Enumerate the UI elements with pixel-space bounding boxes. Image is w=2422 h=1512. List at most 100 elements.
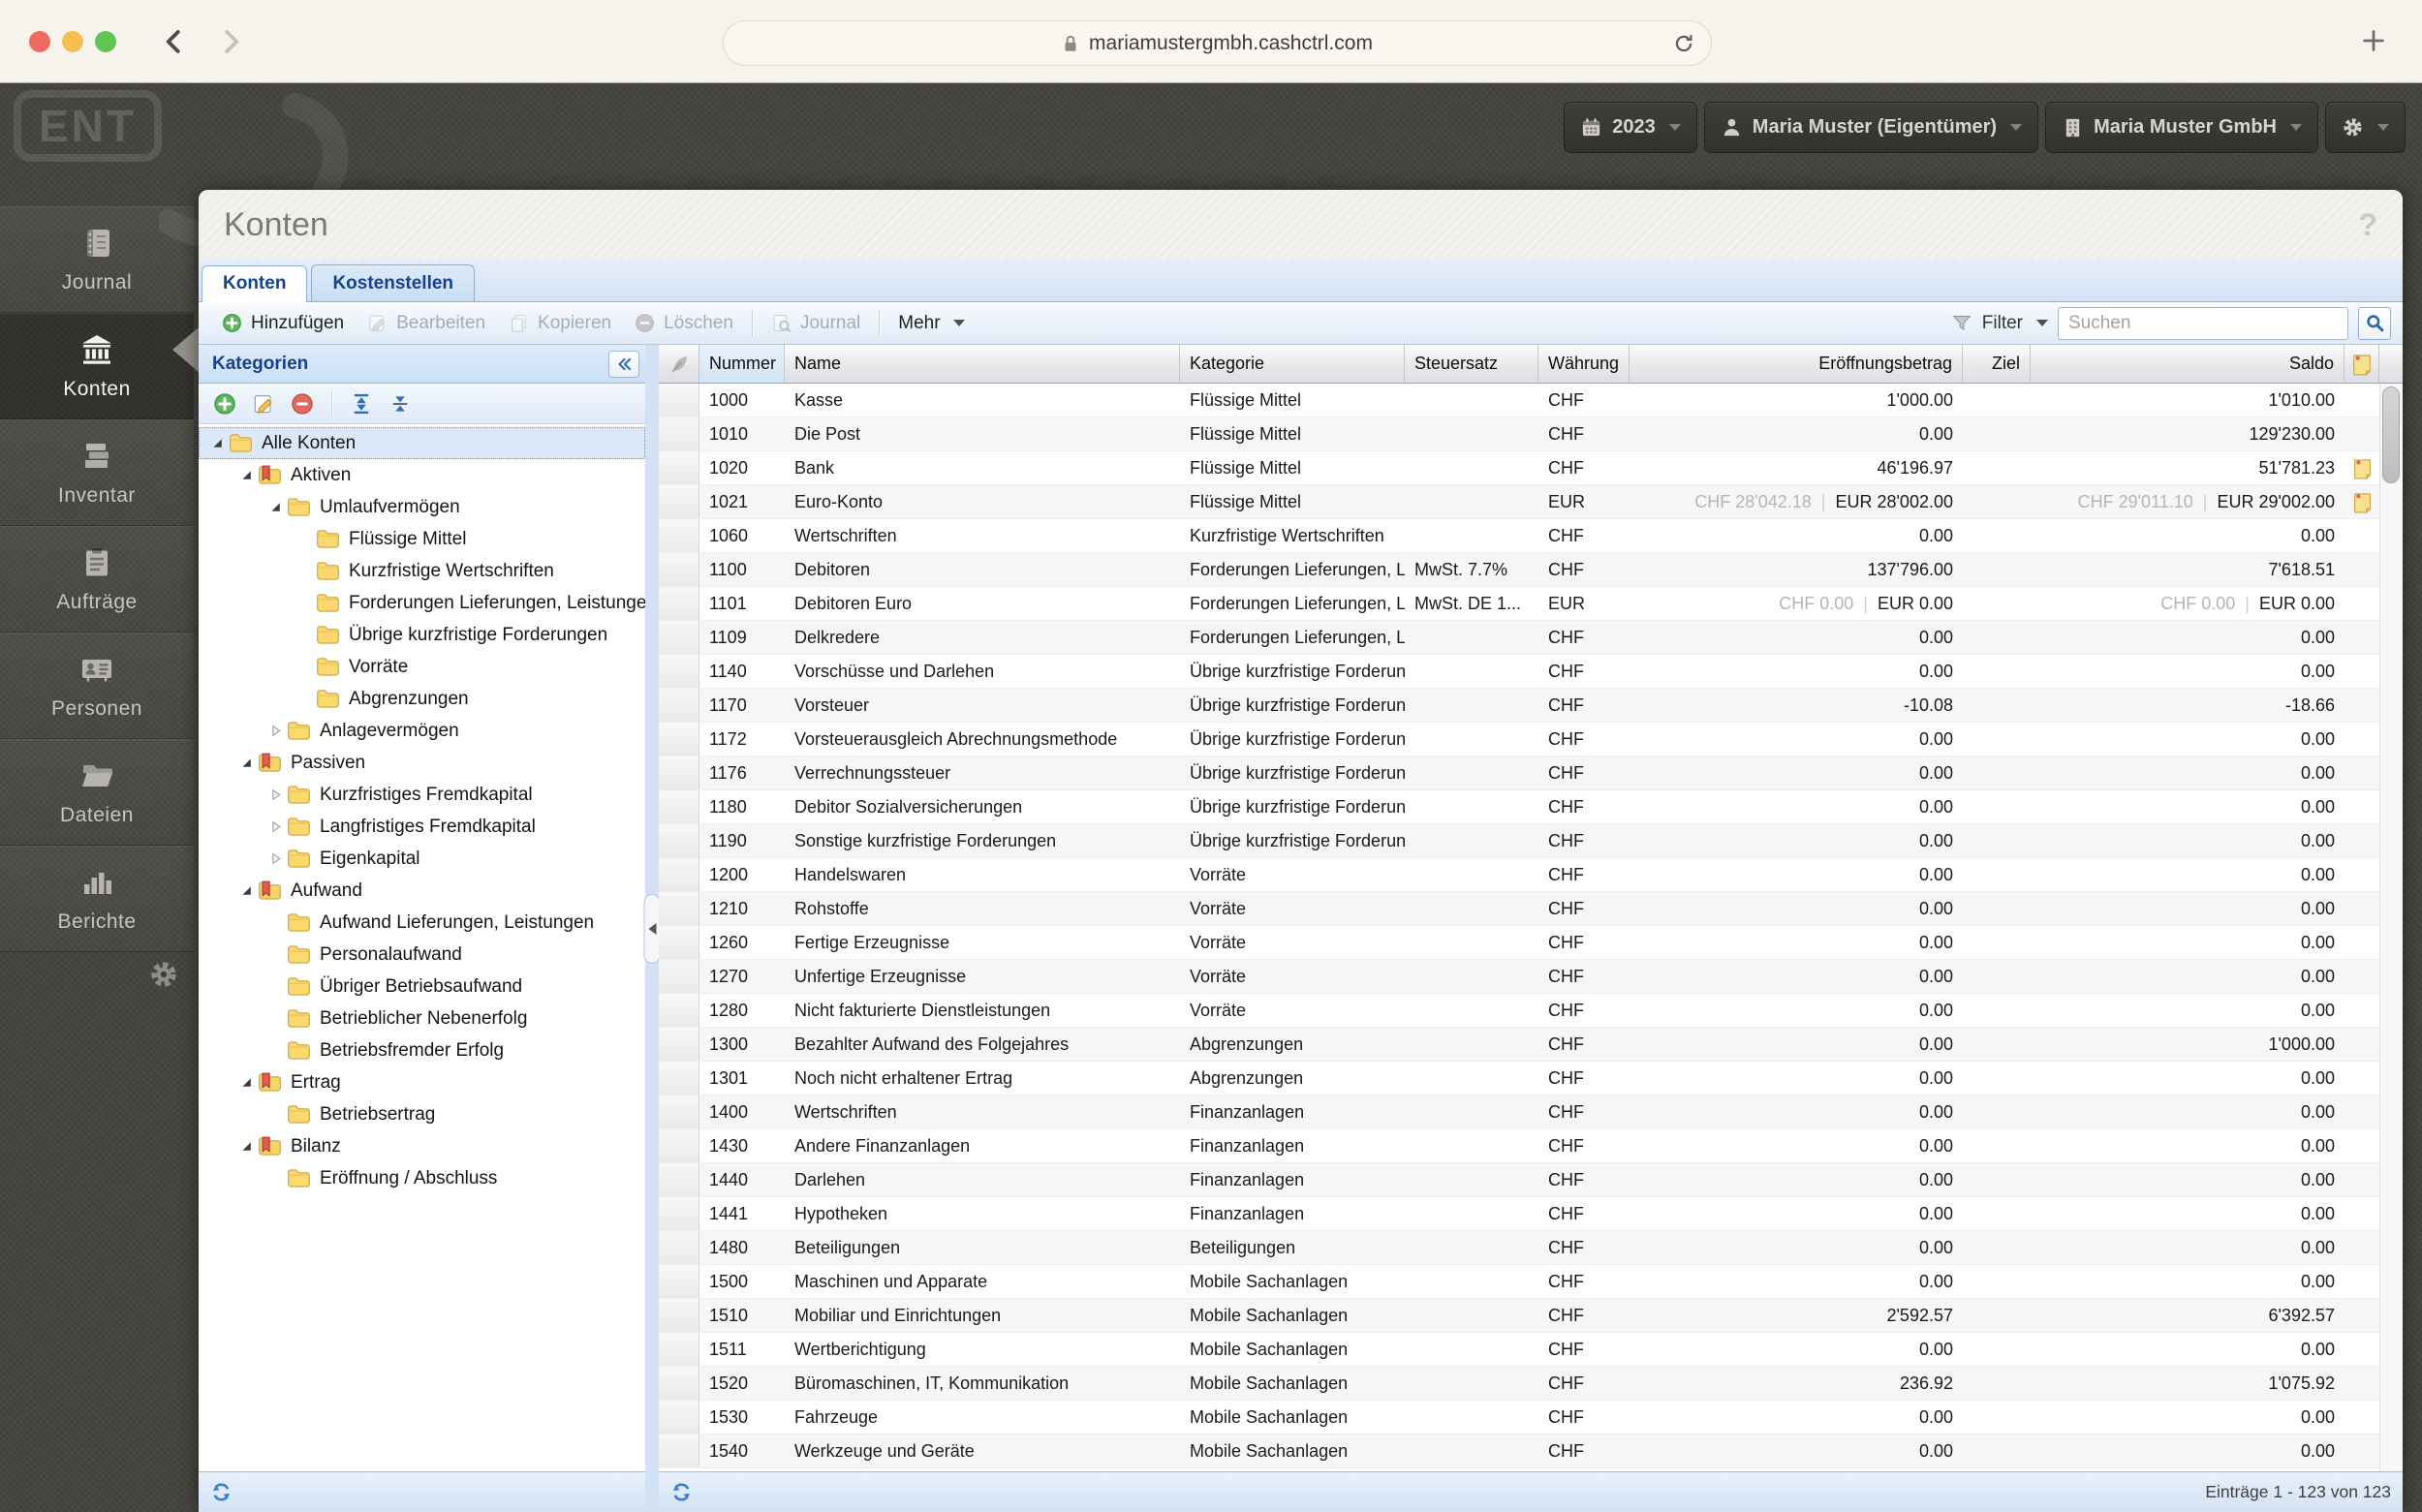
close-button[interactable] [29,31,50,52]
tree-node[interactable]: Langfristiges Fremdkapital [199,811,645,843]
sidebar-item-inventar[interactable]: Inventar [0,419,194,526]
collapse-panel-button[interactable] [608,350,639,378]
tree-tool-collapse-all[interactable] [384,388,417,419]
tree-node[interactable]: Aufwand Lieferungen, Leistungen [199,907,645,939]
tree-node[interactable]: Kurzfristige Wertschriften [199,555,645,587]
column-header-rowicon[interactable] [659,345,699,384]
tree-expander-open[interactable] [206,434,229,453]
column-header-notiz[interactable] [2344,345,2379,384]
sidebar-item-personen[interactable]: Personen [0,633,194,739]
tree-tool-add[interactable] [208,388,241,419]
table-row[interactable]: 1520 Büromaschinen, IT, Kommunikation Mobi… [659,1367,2379,1401]
tree-node[interactable]: Bilanz [199,1130,645,1162]
panel-splitter[interactable] [643,345,661,1512]
tree-node[interactable]: Betriebsertrag [199,1098,645,1130]
sidebar-gear-icon[interactable] [148,959,179,990]
tree-node[interactable]: Vorräte [199,651,645,683]
scrollbar-thumb[interactable] [2382,386,2400,483]
tree-node[interactable]: Übrige kurzfristige Forderungen [199,619,645,651]
note-icon[interactable] [2351,456,2374,480]
table-row[interactable]: 1176 Verrechnungssteuer Übrige kurzfristig… [659,756,2379,790]
tree-node[interactable]: Passiven [199,747,645,779]
help-icon[interactable]: ? [2358,207,2377,243]
tree-expander-closed[interactable] [264,786,287,805]
toolbar-button-delete[interactable]: Löschen [623,308,745,339]
table-row[interactable]: 1060 Wertschriften Kurzfristige Wertschrif… [659,519,2379,553]
table-row[interactable]: 1300 Bezahlter Aufwand des Folgejahres Abg… [659,1028,2379,1062]
table-row[interactable]: 1441 Hypotheken Finanzanlagen CHF 0.00 0.00 [659,1197,2379,1231]
refresh-icon[interactable] [210,1481,233,1503]
new-tab-icon[interactable] [2360,27,2387,54]
user-menu[interactable]: Maria Muster (Eigentümer) [1703,102,2039,153]
maximize-button[interactable] [95,31,116,52]
tree-node[interactable]: Umlaufvermögen [199,491,645,523]
tree-tool-edit[interactable] [247,388,280,419]
tree-expander-closed[interactable] [264,722,287,741]
tree-expander-closed[interactable] [264,818,287,837]
table-row[interactable]: 1260 Fertige Erzeugnisse Vorräte CHF 0.00 0.0… [659,926,2379,960]
tree-node[interactable]: Eigenkapital [199,843,645,875]
tree-node[interactable]: Eröffnung / Abschluss [199,1162,645,1194]
splitter-handle[interactable] [643,893,661,964]
tree-expander-open[interactable] [264,498,287,517]
table-row[interactable]: 1100 Debitoren Forderungen Lieferungen, Le… [659,553,2379,587]
table-row[interactable]: 1200 Handelswaren Vorräte CHF 0.00 0.00 [659,858,2379,892]
sidebar-item-konten[interactable]: Konten [0,313,194,419]
toolbar-button-journal[interactable]: Journal [760,308,872,339]
back-icon[interactable] [160,27,189,56]
tree-node[interactable]: Betrieblicher Nebenerfolg [199,1003,645,1034]
toolbar-button-more[interactable]: Mehr [886,308,976,339]
tree-node[interactable]: Übriger Betriebsaufwand [199,971,645,1003]
tree-node[interactable]: Personalaufwand [199,939,645,971]
table-row[interactable]: 1109 Delkredere Forderungen Lieferungen, L… [659,621,2379,655]
table-row[interactable]: 1210 Rohstoffe Vorräte CHF 0.00 0.00 [659,892,2379,926]
table-row[interactable]: 1021 Euro-Konto Flüssige Mittel EUR CHF 28'0… [659,485,2379,519]
tree-node[interactable]: Kurzfristiges Fremdkapital [199,779,645,811]
tree-node[interactable]: Ertrag [199,1066,645,1098]
table-row[interactable]: 1010 Die Post Flüssige Mittel CHF 0.00 129'23… [659,417,2379,451]
search-button[interactable] [2358,306,2391,340]
tree-node[interactable]: Aufwand [199,875,645,907]
column-header-name[interactable]: Name [785,345,1180,384]
table-row[interactable]: 1190 Sonstige kurzfristige Forderungen Übr… [659,824,2379,858]
tree-node[interactable]: Anlagevermögen [199,715,645,747]
table-row[interactable]: 1510 Mobiliar und Einrichtungen Mobile Sac… [659,1299,2379,1333]
column-header-kategorie[interactable]: Kategorie [1180,345,1405,384]
table-row[interactable]: 1270 Unfertige Erzeugnisse Vorräte CHF 0.00 0… [659,960,2379,994]
tab-kostenstellen[interactable]: Kostenstellen [311,264,476,301]
tree-expander-open[interactable] [235,1137,258,1157]
vertical-scrollbar[interactable] [2379,384,2403,1471]
table-row[interactable]: 1280 Nicht fakturierte Dienstleistungen Vo… [659,994,2379,1028]
sidebar-item-berichte[interactable]: Berichte [0,846,194,952]
toolbar-button-add[interactable]: Hinzufügen [210,308,356,339]
settings-menu[interactable] [2325,102,2406,153]
table-row[interactable]: 1101 Debitoren Euro Forderungen Lieferunge… [659,587,2379,621]
refresh-icon[interactable] [670,1481,693,1503]
table-row[interactable]: 1170 Vorsteuer Übrige kurzfristige Forderu… [659,689,2379,723]
sidebar-item-journal[interactable]: Journal [0,206,194,313]
tree-expander-open[interactable] [235,466,258,485]
tree-node[interactable]: Alle Konten [199,427,645,459]
table-row[interactable]: 1400 Wertschriften Finanzanlagen CHF 0.00 0.0… [659,1095,2379,1129]
column-header-eroeffnungsbetrag[interactable]: Eröffnungsbetrag [1630,345,1963,384]
filter-button[interactable]: Filter [1982,313,2023,334]
tree-node[interactable]: Abgrenzungen [199,683,645,715]
table-row[interactable]: 1020 Bank Flüssige Mittel CHF 46'196.97 51'78… [659,451,2379,485]
table-row[interactable]: 1301 Noch nicht erhaltener Ertrag Abgrenzu… [659,1062,2379,1095]
table-row[interactable]: 1430 Andere Finanzanlagen Finanzanlagen CHF… [659,1129,2379,1163]
tree-tool-remove[interactable] [286,388,319,419]
sidebar-item-dateien[interactable]: Dateien [0,739,194,846]
company-menu[interactable]: Maria Muster GmbH [2045,102,2318,153]
column-header-nummer[interactable]: Nummer [699,345,785,384]
tree-node[interactable]: Betriebsfremder Erfolg [199,1034,645,1066]
table-row[interactable]: 1480 Beteiligungen Beteiligungen CHF 0.00 0.0… [659,1231,2379,1265]
column-header-saldo[interactable]: Saldo [2031,345,2344,384]
table-row[interactable]: 1440 Darlehen Finanzanlagen CHF 0.00 0.00 [659,1163,2379,1197]
tree-expander-open[interactable] [235,881,258,901]
tree-node[interactable]: Aktiven [199,459,645,491]
fiscal-year-selector[interactable]: 2023 [1564,102,1697,153]
forward-icon[interactable] [216,27,245,56]
table-row[interactable]: 1172 Vorsteuerausgleich Abrechnungsmethod… [659,723,2379,756]
table-row[interactable]: 1000 Kasse Flüssige Mittel CHF 1'000.00 1'010… [659,384,2379,417]
table-row[interactable]: 1140 Vorschüsse und Darlehen Übrige kurzfr… [659,655,2379,689]
